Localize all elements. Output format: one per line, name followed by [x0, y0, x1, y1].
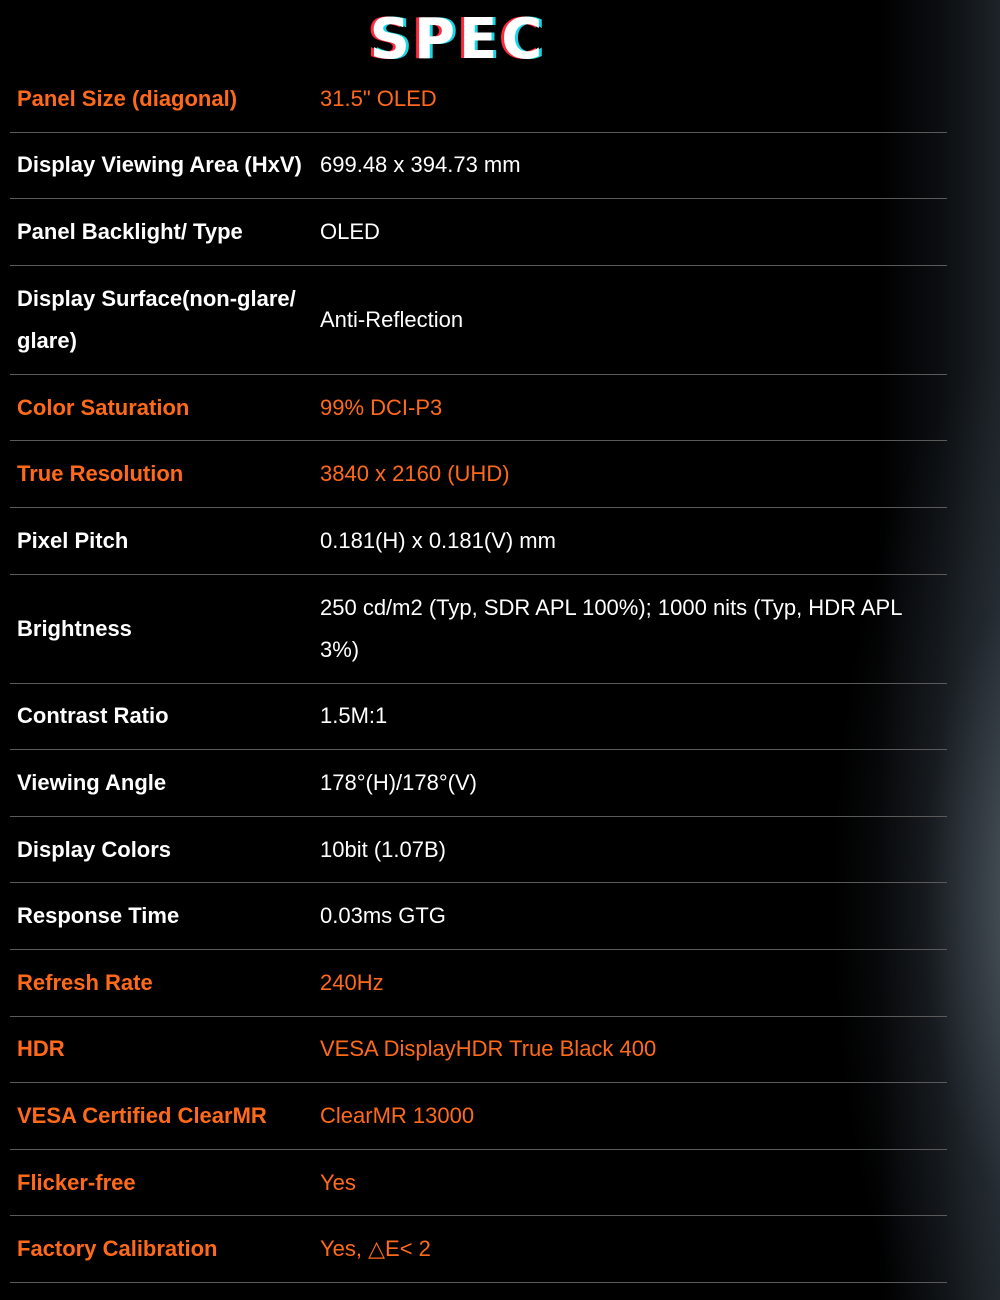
page-title: SPEC [369, 7, 547, 72]
spec-row-clearmr: VESA Certified ClearMR ClearMR 13000 [10, 1083, 947, 1150]
spec-value: 178°(H)/178°(V) [320, 769, 477, 795]
spec-label: HDR [17, 1036, 65, 1062]
spec-value: 240Hz [320, 969, 384, 995]
spec-value: 10bit (1.07B) [320, 836, 446, 862]
spec-label: Factory Calibration [17, 1236, 218, 1262]
spec-label: Panel Backlight/ Type [17, 218, 243, 244]
spec-label: Brightness [17, 615, 132, 641]
spec-value: Yes, △E< 2 [320, 1236, 431, 1262]
spec-label: Display Colors [17, 836, 172, 862]
spec-row-display-colors: Display Colors 10bit (1.07B) [10, 817, 947, 884]
spec-value: 699.48 x 394.73 mm [320, 152, 521, 178]
spec-value: Yes [320, 1169, 356, 1195]
spec-row-viewing-area: Display Viewing Area (HxV) 699.48 x 394.… [10, 133, 947, 200]
spec-row-color-saturation: Color Saturation 99% DCI-P3 [10, 375, 947, 442]
spec-row-resolution: True Resolution 3840 x 2160 (UHD) [10, 441, 947, 508]
spec-label: Contrast Ratio [17, 703, 169, 729]
spec-label: Display Viewing Area (HxV) [17, 152, 302, 178]
spec-row-pixel-pitch: Pixel Pitch 0.181(H) x 0.181(V) mm [10, 508, 947, 575]
spec-row-hdr: HDR VESA DisplayHDR True Black 400 [10, 1017, 947, 1084]
spec-value: 0.03ms GTG [320, 903, 446, 929]
spec-value: Anti-Reflection [320, 306, 464, 332]
spec-label: Viewing Angle [17, 769, 167, 795]
spec-value: OLED [320, 218, 380, 244]
spec-row-response-time: Response Time 0.03ms GTG [10, 883, 947, 950]
spec-table: Panel Size (diagonal) 31.5" OLED Display… [10, 66, 947, 1283]
spec-label: Response Time [17, 903, 180, 929]
spec-row-surface: Display Surface(non-glare/ glare) Anti-R… [10, 266, 947, 375]
spec-value: VESA DisplayHDR True Black 400 [320, 1036, 657, 1062]
spec-label: VESA Certified ClearMR [17, 1102, 267, 1128]
spec-label: Refresh Rate [17, 969, 153, 995]
spec-row-backlight: Panel Backlight/ Type OLED [10, 199, 947, 266]
spec-row-viewing-angle: Viewing Angle 178°(H)/178°(V) [10, 750, 947, 817]
spec-value: 99% DCI-P3 [320, 394, 443, 420]
spec-value: 250 cd/m2 (Typ, SDR APL 100%); 1000 nits… [320, 594, 902, 662]
spec-value: 0.181(H) x 0.181(V) mm [320, 527, 556, 553]
spec-row-factory-calibration: Factory Calibration Yes, △E< 2 [10, 1216, 947, 1283]
spec-label: Display Surface(non-glare/ glare) [17, 285, 296, 353]
spec-row-flicker-free: Flicker-free Yes [10, 1150, 947, 1217]
spec-label: True Resolution [17, 461, 184, 487]
spec-value: 1.5M:1 [320, 703, 388, 729]
spec-value: ClearMR 13000 [320, 1102, 475, 1128]
spec-row-brightness: Brightness 250 cd/m2 (Typ, SDR APL 100%)… [10, 575, 947, 684]
spec-label: Flicker-free [17, 1169, 136, 1195]
spec-row-panel-size: Panel Size (diagonal) 31.5" OLED [10, 66, 947, 133]
spec-value: 31.5" OLED [320, 85, 437, 111]
spec-row-contrast: Contrast Ratio 1.5M:1 [10, 684, 947, 751]
spec-label: Pixel Pitch [17, 527, 129, 553]
spec-label: Panel Size (diagonal) [17, 85, 238, 111]
spec-row-refresh-rate: Refresh Rate 240Hz [10, 950, 947, 1017]
spec-value: 3840 x 2160 (UHD) [320, 461, 510, 487]
spec-label: Color Saturation [17, 394, 190, 420]
